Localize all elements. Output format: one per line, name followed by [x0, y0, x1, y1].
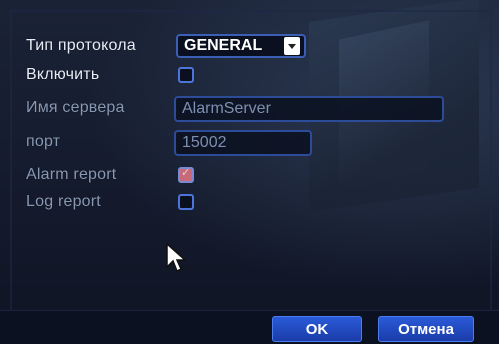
- ok-button[interactable]: OK: [272, 316, 362, 342]
- enable-checkbox[interactable]: [178, 67, 194, 83]
- port-row: порт: [26, 130, 60, 154]
- ok-button-label: OK: [305, 320, 329, 338]
- server-name-value: AlarmServer: [182, 100, 271, 117]
- log-report-label: Log report: [26, 193, 101, 210]
- server-row: Имя сервера: [26, 96, 125, 120]
- enable-label: Включить: [26, 66, 100, 83]
- protocol-select[interactable]: GENERAL: [176, 34, 306, 58]
- log-report-checkbox[interactable]: [178, 194, 194, 210]
- enable-row: Включить: [26, 63, 99, 87]
- chevron-down-icon[interactable]: [284, 37, 300, 55]
- server-label: Имя сервера: [26, 99, 125, 116]
- alarm-report-checkbox[interactable]: [178, 166, 194, 183]
- cancel-button-label: Отмена: [398, 320, 454, 338]
- server-name-field[interactable]: AlarmServer: [174, 96, 444, 122]
- protocol-select-value: GENERAL: [184, 37, 263, 54]
- cancel-button[interactable]: Отмена: [378, 316, 474, 342]
- protocol-row: Тип протокола: [26, 34, 136, 58]
- port-value: 15002: [182, 134, 227, 151]
- alarm-report-label: Alarm report: [26, 166, 117, 183]
- log-report-row: Log report: [26, 190, 101, 214]
- mouse-cursor-icon: [166, 242, 187, 273]
- port-label: порт: [26, 133, 61, 150]
- protocol-label: Тип протокола: [26, 37, 136, 54]
- alarm-report-row: Alarm report: [26, 163, 116, 187]
- port-field[interactable]: 15002: [174, 130, 312, 156]
